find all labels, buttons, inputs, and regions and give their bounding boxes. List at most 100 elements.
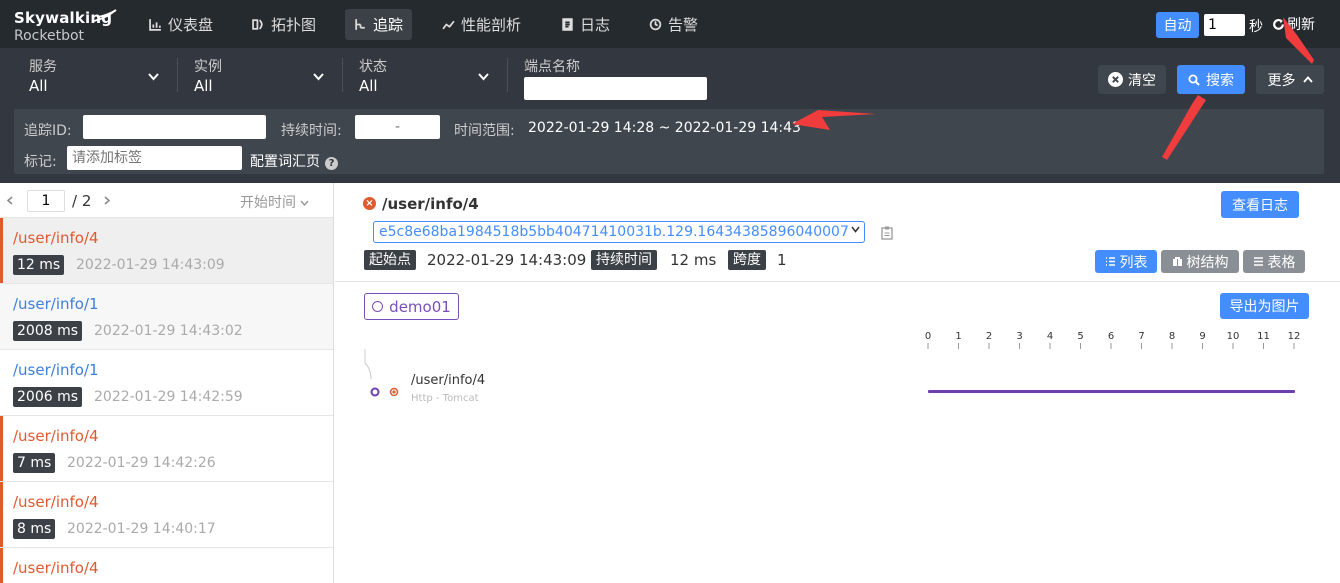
total-pages: / 2 bbox=[72, 192, 92, 210]
timeline-tick-label: 9 bbox=[1199, 331, 1205, 342]
more-button[interactable]: 更多 bbox=[1256, 65, 1324, 94]
service-name: demo01 bbox=[389, 297, 451, 316]
trace-title: /user/info/4 bbox=[382, 195, 479, 213]
view-logs-button[interactable]: 查看日志 bbox=[1221, 191, 1299, 218]
clear-label: 清空 bbox=[1128, 72, 1156, 89]
view-tree-label: 树结构 bbox=[1186, 254, 1229, 271]
trace-list-item[interactable]: /user/info/1 2006 ms 2022-01-29 14:42:59 bbox=[0, 350, 333, 416]
trace-item-time: 2022-01-29 14:40:17 bbox=[67, 521, 216, 537]
search-button[interactable]: 搜索 bbox=[1177, 65, 1245, 94]
dashboard-icon bbox=[149, 19, 161, 31]
chevron-left-icon[interactable] bbox=[7, 196, 13, 205]
tags-config-label: 配置词汇页 bbox=[250, 154, 320, 170]
span-tree-connector bbox=[364, 349, 399, 397]
pagination: / 2 开始时间 bbox=[0, 183, 333, 218]
service-select-value: All bbox=[29, 77, 48, 95]
trace-list-item[interactable]: /user/info/1 2008 ms 2022-01-29 14:43:02 bbox=[0, 284, 333, 350]
timeline-tick-label: 3 bbox=[1016, 331, 1022, 342]
refresh-interval-input[interactable] bbox=[1204, 14, 1245, 36]
sort-select[interactable]: 开始时间 bbox=[240, 192, 309, 212]
auto-refresh-button[interactable]: 自动 bbox=[1156, 12, 1199, 38]
seconds-label: 秒 bbox=[1249, 19, 1263, 35]
nav-dashboard[interactable]: 仪表盘 bbox=[140, 9, 222, 40]
view-list-button[interactable]: 列表 bbox=[1095, 250, 1157, 273]
timeline-tick-label: 0 bbox=[925, 331, 931, 342]
divider bbox=[335, 281, 1340, 282]
trace-item-duration: 7 ms bbox=[13, 453, 56, 473]
timeline-tick-label: 5 bbox=[1077, 331, 1083, 342]
nav-alarm-label: 告警 bbox=[668, 16, 699, 34]
nav-trace[interactable]: 追踪 bbox=[345, 9, 413, 40]
clear-button[interactable]: 清空 bbox=[1098, 65, 1166, 94]
instance-select-value: All bbox=[194, 77, 213, 95]
span-name[interactable]: /user/info/4 bbox=[411, 373, 485, 388]
export-image-button[interactable]: 导出为图片 bbox=[1220, 293, 1309, 319]
timeline-tick-label: 4 bbox=[1047, 331, 1053, 342]
clear-icon bbox=[1108, 72, 1123, 87]
sort-label: 开始时间 bbox=[240, 195, 296, 211]
timeline-axis: 0 1 2 3 4 5 6 7 8 9 10 11 12 bbox=[925, 331, 1300, 349]
filter-bar: 服务 All 实例 All 状态 All 端点名称 清空 搜索 更多 追踪ID:… bbox=[0, 48, 1340, 183]
span-component: Http - Tomcat bbox=[411, 393, 479, 404]
page-input[interactable] bbox=[27, 190, 65, 212]
chevron-down-icon bbox=[851, 226, 860, 233]
table-icon bbox=[1253, 257, 1263, 266]
trace-item-duration: 12 ms bbox=[13, 255, 65, 275]
top-bar: Skywalking Rocketbot 仪表盘 拓扑图 追踪 性能剖析 日志 … bbox=[0, 0, 1340, 48]
nav-dashboard-label: 仪表盘 bbox=[168, 16, 214, 34]
search-icon bbox=[1188, 74, 1200, 86]
status-select-label: 状态 bbox=[359, 59, 387, 75]
timeline-tick-label: 6 bbox=[1108, 331, 1114, 342]
chevron-down-icon bbox=[313, 73, 324, 81]
instance-select[interactable]: 实例 All bbox=[194, 56, 329, 96]
service-select[interactable]: 服务 All bbox=[29, 56, 164, 96]
nav-log[interactable]: 日志 bbox=[552, 9, 619, 40]
duration-input[interactable] bbox=[355, 115, 440, 139]
view-tree-button[interactable]: 树结构 bbox=[1161, 250, 1239, 273]
tags-label: 标记: bbox=[24, 154, 57, 170]
chevron-down-icon bbox=[300, 200, 309, 207]
nav-topology[interactable]: 拓扑图 bbox=[243, 9, 325, 40]
trace-item-name: /user/info/4 bbox=[13, 493, 99, 511]
view-table-button[interactable]: 表格 bbox=[1243, 250, 1305, 273]
service-select-label: 服务 bbox=[29, 59, 57, 75]
service-ring-icon bbox=[372, 301, 384, 312]
tree-icon bbox=[1172, 257, 1182, 266]
view-list-label: 列表 bbox=[1119, 254, 1148, 271]
logo-line2: Rocketbot bbox=[14, 28, 85, 44]
trace-list-item[interactable]: /user/info/4 bbox=[0, 548, 333, 583]
timeline-tick-label: 1 bbox=[955, 331, 961, 342]
nav-alarm[interactable]: 告警 bbox=[640, 9, 707, 40]
status-select[interactable]: 状态 All bbox=[359, 56, 494, 96]
trace-id-select[interactable]: e5c8e68ba1984518b5bb40471410031b.129.164… bbox=[373, 221, 865, 243]
duration-label: 持续时间: bbox=[281, 123, 342, 139]
trace-item-name: /user/info/4 bbox=[13, 559, 99, 577]
tags-config-link[interactable]: 配置词汇页? bbox=[250, 151, 338, 171]
trace-item-name: /user/info/1 bbox=[13, 361, 99, 379]
tags-input[interactable] bbox=[67, 146, 242, 170]
refresh-button[interactable]: 刷新 bbox=[1272, 14, 1315, 34]
log-icon bbox=[562, 18, 573, 31]
copy-icon[interactable] bbox=[881, 226, 893, 240]
trace-item-time: 2022-01-29 14:43:02 bbox=[94, 323, 243, 339]
divider bbox=[177, 58, 178, 92]
endpoint-input[interactable] bbox=[524, 77, 707, 100]
chevron-right-icon[interactable] bbox=[104, 196, 110, 205]
logo[interactable]: Skywalking Rocketbot bbox=[14, 9, 117, 45]
help-icon[interactable]: ? bbox=[325, 157, 338, 170]
trace-list-item[interactable]: /user/info/4 8 ms 2022-01-29 14:40:17 bbox=[0, 482, 333, 548]
trace-id-input[interactable] bbox=[83, 115, 266, 139]
instance-select-label: 实例 bbox=[194, 59, 222, 75]
trace-list-item[interactable]: /user/info/4 12 ms 2022-01-29 14:43:09 bbox=[0, 218, 333, 284]
nav-profile[interactable]: 性能剖析 bbox=[433, 9, 530, 40]
chevron-down-icon bbox=[148, 73, 159, 81]
divider bbox=[342, 58, 343, 92]
trace-icon bbox=[355, 19, 365, 30]
timeline-tick-label: 10 bbox=[1227, 331, 1240, 342]
trace-list-item[interactable]: /user/info/4 7 ms 2022-01-29 14:42:26 bbox=[0, 416, 333, 482]
nav-topology-label: 拓扑图 bbox=[271, 16, 317, 34]
timeline-tick-label: 7 bbox=[1138, 331, 1144, 342]
time-range-value[interactable]: 2022-01-29 14:28 ~ 2022-01-29 14:43 bbox=[528, 120, 801, 136]
span-duration-bar[interactable] bbox=[928, 390, 1295, 393]
timeline-tick-label: 11 bbox=[1257, 331, 1270, 342]
